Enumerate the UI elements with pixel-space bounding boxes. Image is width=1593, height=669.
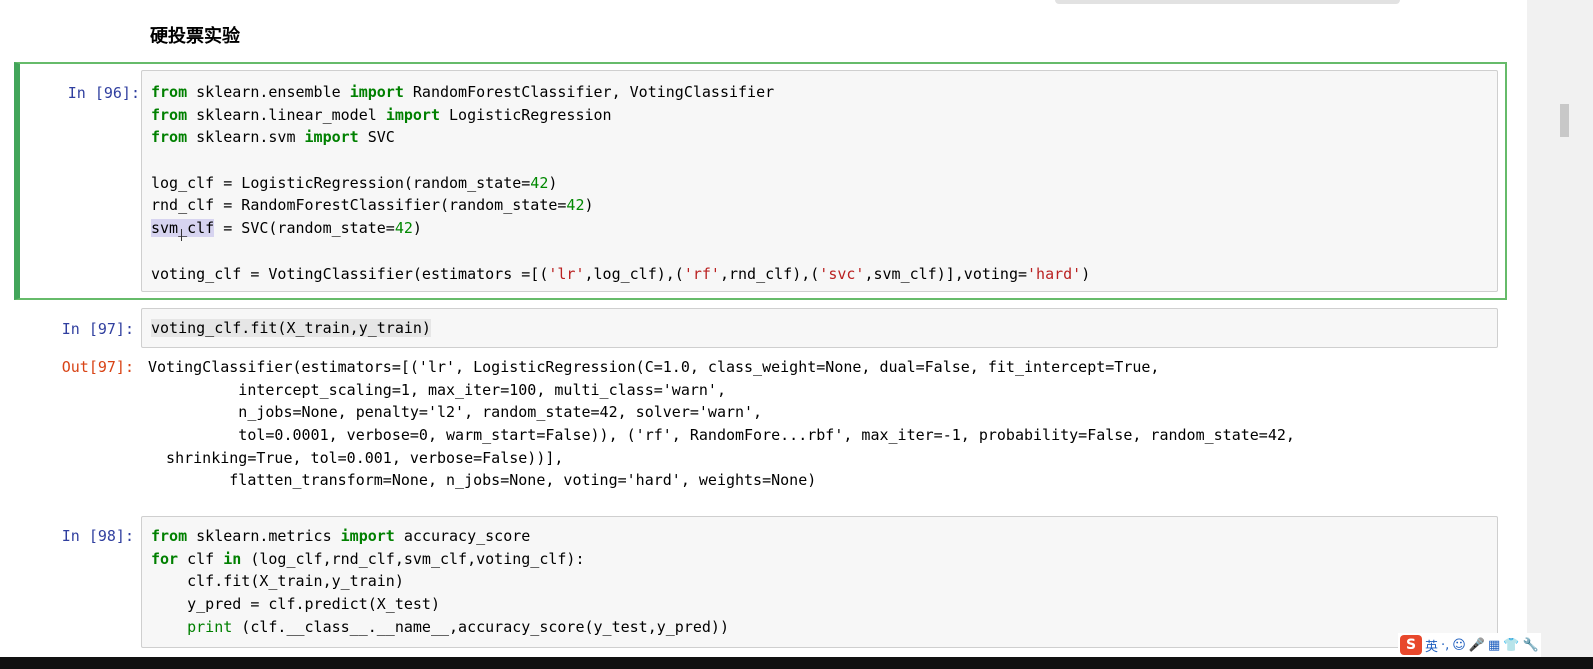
code-token: 'lr' [548,264,585,283]
output-line: intercept_scaling=1, max_iter=100, multi… [148,380,726,399]
code-token: ) [548,173,558,192]
cell-prompt: In [97]: [61,320,134,338]
code-token: SVC [358,128,395,147]
code-token: RandomForestClassifier, VotingClassifier [403,83,775,101]
code-block[interactable]: voting_clf.fit(X_train,y_train) [151,317,431,340]
code-token: voting_clf.fit(X_train,y_train) [151,319,431,337]
code-token: = SVC(random_state= [214,219,395,238]
code-token: 'svc' [819,264,865,283]
code-token: accuracy_score [394,527,531,545]
ime-emoji-icon[interactable]: ☺ [1452,638,1466,653]
taskbar-edge [0,657,1593,669]
code-line: voting_clf.fit(X_train,y_train) [151,317,431,340]
code-block[interactable]: from sklearn.ensemble import RandomFores… [151,81,1090,285]
cell-prompt: In [98]: [61,527,134,545]
code-token: sklearn.svm [187,128,305,147]
code-token: for [151,549,179,568]
output-prompt: Out[97]: [61,358,134,376]
code-token: ) [1081,264,1091,283]
ime-language-toggle[interactable]: 英 [1425,636,1438,655]
cell-input-area[interactable]: voting_clf.fit(X_train,y_train) [141,308,1498,348]
code-line: for clf in (log_clf,rnd_clf,svm_clf,voti… [151,548,729,571]
code-token: voting_clf = VotingClassifier(estimators… [151,264,549,283]
code-line: print (clf.__class__.__name__,accuracy_s… [151,616,729,639]
code-token: sklearn.ensemble [187,83,350,101]
code-cell-97[interactable]: In [97]: voting_clf.fit(X_train,y_train) [14,308,1507,348]
code-token: import [385,105,440,124]
cell-input-area[interactable]: from sklearn.metrics import accuracy_sco… [141,516,1498,648]
code-token: from [151,83,188,101]
output-line: VotingClassifier(estimators=[('lr', Logi… [148,358,1160,376]
code-line: clf.fit(X_train,y_train) [151,570,729,593]
code-token: 'rf' [683,264,720,283]
vertical-scrollbar[interactable] [1527,0,1593,669]
code-token: 42 [394,219,413,238]
code-line: from sklearn.metrics import accuracy_sco… [151,525,729,548]
ime-punctuation-icon[interactable]: ·, [1441,638,1449,653]
ime-voice-icon[interactable]: 🎤 [1469,638,1485,653]
output-line: shrinking=True, tol=0.001, verbose=False… [148,448,564,467]
ime-skin-icon[interactable]: 👕 [1503,638,1519,653]
code-line: log_clf = LogisticRegression(random_stat… [151,172,1090,195]
text-cursor-icon [181,229,183,241]
code-token: sklearn.linear_model [187,105,386,124]
code-token: sklearn.metrics [187,527,341,545]
code-token: import [340,527,395,545]
cell-input-area[interactable]: from sklearn.ensemble import RandomFores… [141,70,1498,292]
code-token: in [223,549,242,568]
code-token: (clf.__class__.__name__,accuracy_score(y… [232,617,729,636]
code-token: import [304,128,359,147]
code-token: from [151,527,188,545]
ime-keyboard-icon[interactable]: ▦ [1488,638,1500,653]
code-token: ,svm_clf)],voting= [864,264,1028,283]
code-token: (log_clf,rnd_clf,svm_clf,voting_clf): [241,549,585,568]
sogou-ime-icon[interactable]: S [1400,635,1422,655]
code-line: svm_clf = SVC(random_state=42) [151,217,1090,240]
code-token: ,rnd_clf),( [719,264,820,283]
code-token: rnd_clf = RandomForestClassifier(random_… [151,196,567,215]
section-heading: 硬投票实验 [150,26,240,47]
code-token: from [151,105,188,124]
code-token: clf.fit(X_train,y_train) [151,572,404,591]
code-token: import [349,83,404,101]
ime-tools-icon[interactable]: 🔧 [1523,638,1539,653]
code-line: from sklearn.svm import SVC [151,126,1090,149]
code-token: print [187,617,233,636]
code-block[interactable]: from sklearn.metrics import accuracy_sco… [151,525,729,638]
code-token: from [151,128,188,147]
code-token: ,log_clf),( [584,264,684,283]
output-line: n_jobs=None, penalty='l2', random_state=… [148,403,763,422]
code-line: voting_clf = VotingClassifier(estimators… [151,263,1090,286]
output-line: tol=0.0001, verbose=0, warm_start=False)… [148,426,1295,445]
scrollbar-thumb[interactable] [1560,104,1569,137]
code-token: log_clf = LogisticRegression(random_stat… [151,173,531,192]
code-line: y_pred = clf.predict(X_test) [151,593,729,616]
code-token: ) [412,219,422,238]
code-token: 42 [530,173,549,192]
output-line: flatten_transform=None, n_jobs=None, vot… [148,471,817,490]
floating-panel-shadow [1055,0,1400,4]
code-token: LogisticRegression [440,105,612,124]
code-cell-98[interactable]: In [98]: from sklearn.metrics import acc… [14,516,1507,648]
code-cell-96[interactable]: In [96]: from sklearn.ensemble import Ra… [14,62,1507,300]
cell-prompt: In [96]: [67,84,140,102]
ime-toolbar[interactable]: S 英 ·, ☺ 🎤 ▦ 👕 🔧 [1398,633,1541,657]
code-line: from sklearn.linear_model import Logisti… [151,104,1090,127]
code-token: ) [584,196,594,215]
code-token: 'hard' [1027,264,1082,283]
code-line: from sklearn.ensemble import RandomFores… [151,81,1090,104]
code-token: 42 [566,196,585,215]
code-token: y_pred = clf.predict(X_test) [151,595,440,614]
code-line: rnd_clf = RandomForestClassifier(random_… [151,194,1090,217]
code-token: clf [178,549,224,568]
output-area: VotingClassifier(estimators=[('lr', Logi… [148,356,1295,492]
